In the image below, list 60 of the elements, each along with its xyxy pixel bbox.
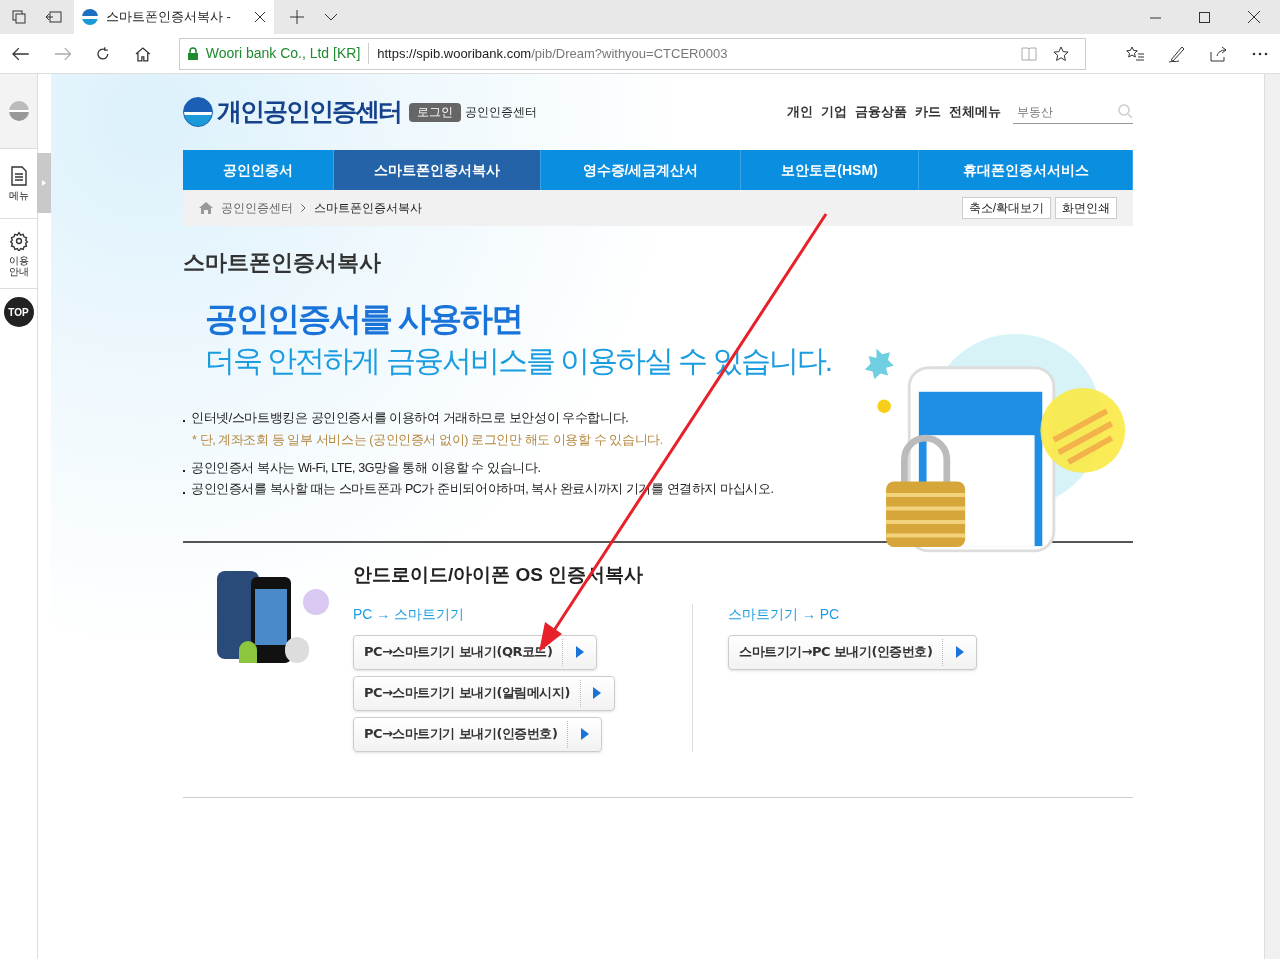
group-heading: 스마트기기 → PC xyxy=(728,604,841,624)
nav-tab[interactable]: 스마트폰인증서복사 xyxy=(334,150,541,190)
site-identity: Woori bank Co., Ltd [KR] xyxy=(205,43,370,64)
chevron-down-icon[interactable] xyxy=(324,13,338,21)
top-menu-link[interactable]: 기업 xyxy=(821,102,847,122)
play-arrow-icon xyxy=(575,646,584,658)
note-text: * 단, 계좌조회 등 일부 서비스는 (공인인증서 없이) 로그인만 해도 이용할 수 있습니다. xyxy=(191,431,664,449)
tab-title: 스마트폰인증서복사 - xyxy=(106,8,232,27)
chevron-right-icon xyxy=(301,204,306,212)
caret-icon xyxy=(42,180,46,186)
star-icon[interactable] xyxy=(1053,45,1069,62)
tool-button[interactable]: 축소/확대보기 xyxy=(961,197,1051,219)
send-button[interactable]: PC→스마트기기 보내기(QR코드) xyxy=(353,634,598,670)
back-icon[interactable] xyxy=(12,46,30,61)
close-icon[interactable] xyxy=(254,11,266,23)
pen-icon[interactable] xyxy=(1168,44,1186,63)
favorites-icon[interactable] xyxy=(1126,45,1144,62)
tabs-icon[interactable] xyxy=(12,10,26,24)
maximize-icon[interactable] xyxy=(1199,11,1210,23)
group-heading: PC → 스마트기기 xyxy=(353,604,466,624)
top-menu-link[interactable]: 금융상품 xyxy=(855,102,907,122)
plus-icon[interactable] xyxy=(290,10,304,24)
breadcrumb-current: 스마트폰인증서복사 xyxy=(314,200,422,217)
panel-toggle[interactable] xyxy=(37,153,51,213)
lock-icon xyxy=(187,47,198,60)
site-logo-text: 개인공인인증센터 xyxy=(217,96,401,128)
banner-headline: 공인인증서를 사용하면 xyxy=(205,299,524,339)
more-icon[interactable] xyxy=(1252,51,1268,56)
bullet-text: 공인인증서 복사는 Wi-Fi, LTE, 3G망을 통해 이용할 수 있습니다. xyxy=(191,459,541,477)
share-icon[interactable] xyxy=(1210,45,1228,62)
logo-icon xyxy=(183,97,213,127)
search-field[interactable]: 부동산 xyxy=(1013,102,1118,121)
settings-icon xyxy=(8,230,29,251)
bullet-text: 인터넷/스마트뱅킹은 공인인증서를 이용하여 거래하므로 보안성이 우수합니다. xyxy=(191,410,629,427)
top-menu-link[interactable]: 개인 xyxy=(787,102,813,122)
send-button[interactable]: PC→스마트기기 보내기(인증번호) xyxy=(353,716,603,752)
bank-logo-icon xyxy=(8,101,29,121)
tab-set-aside-icon[interactable] xyxy=(46,11,62,23)
login-button[interactable]: 로그인 xyxy=(409,102,461,122)
send-button[interactable]: PC→스마트기기 보내기(알림메시지) xyxy=(353,675,615,711)
page-title: 스마트폰인증서복사 xyxy=(183,249,382,277)
site-logo-icon xyxy=(82,9,98,25)
play-arrow-icon xyxy=(593,687,602,699)
top-button[interactable]: TOP xyxy=(3,297,34,327)
center-label: 공인인증센터 xyxy=(465,104,537,121)
play-arrow-icon xyxy=(955,646,964,658)
refresh-icon[interactable] xyxy=(95,45,111,62)
browser-tab[interactable]: 스마트폰인증서복사 - xyxy=(74,0,274,34)
tool-button[interactable]: 화면인쇄 xyxy=(1055,197,1117,219)
address-field[interactable]: Woori bank Co., Ltd [KR] https://spib.wooribank.com/pib/Dream?withyou=CTCER0003 xyxy=(178,37,1086,70)
play-arrow-icon xyxy=(580,728,589,740)
side-menu-item[interactable]: 이용 안내 xyxy=(0,219,37,289)
breadcrumb-link[interactable]: 공인인증센터 xyxy=(221,199,293,217)
document-icon xyxy=(9,166,28,186)
send-button[interactable]: 스마트기기→PC 보내기(인증번호) xyxy=(728,634,978,670)
top-menu-link[interactable]: 전체메뉴 xyxy=(949,102,1001,122)
home-icon[interactable] xyxy=(135,45,151,62)
top-menu-link[interactable]: 카드 xyxy=(915,102,941,122)
url-text: https://spib.wooribank.com/pib/Dream?withyou=CTCER0003 xyxy=(377,44,728,63)
close-icon[interactable] xyxy=(1248,11,1260,23)
